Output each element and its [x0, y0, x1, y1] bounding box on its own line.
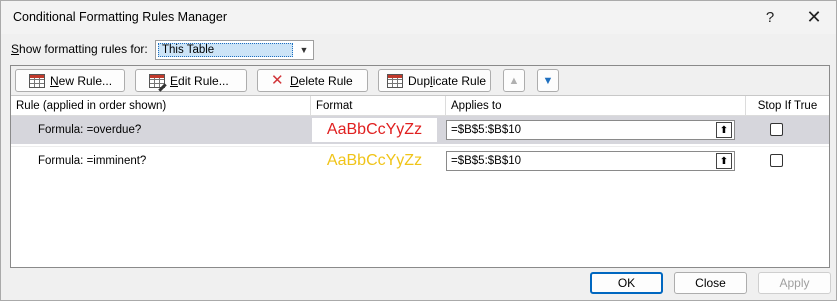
move-up-button[interactable]: ▲ [503, 69, 525, 92]
duplicate-rule-icon [387, 73, 403, 88]
chevron-down-icon: ▼ [299, 45, 309, 55]
applies-to-input[interactable]: =$B$5:$B$10 ⬆ [446, 120, 735, 140]
column-header-format: Format [311, 96, 446, 116]
close-button[interactable]: Close [674, 272, 747, 294]
delete-x-icon: ✕ [271, 71, 284, 89]
edit-rule-icon [149, 73, 167, 92]
help-button[interactable]: ? [750, 1, 790, 34]
help-icon: ? [765, 9, 775, 26]
column-header-stop-if-true: Stop If True [757, 100, 818, 112]
show-rules-dropdown[interactable]: This Table ▼ [155, 40, 314, 60]
duplicate-rule-button[interactable]: Duplicate Rule [378, 69, 491, 92]
applies-to-input[interactable]: =$B$5:$B$10 ⬆ [446, 151, 735, 171]
close-icon: ✕ [806, 7, 822, 27]
rule-row[interactable]: Formula: =overdue? AaBbCcYyZz =$B$5:$B$1… [11, 116, 829, 144]
edit-rule-button[interactable]: Edit Rule... [135, 69, 247, 92]
format-preview: AaBbCcYyZz [312, 118, 437, 142]
rules-toolbar: New Rule... Edit Rule... ✕ Delete Rule D… [11, 66, 829, 96]
new-rule-icon [29, 73, 45, 88]
rules-table-header: Rule (applied in order shown) Format App… [11, 96, 829, 116]
column-header-rule: Rule (applied in order shown) [11, 96, 311, 116]
collapse-dialog-icon: ⬆ [719, 155, 729, 167]
dialog-title: Conditional Formatting Rules Manager [13, 10, 227, 24]
column-header-applies-to: Applies to [446, 96, 746, 116]
apply-button[interactable]: Apply [758, 272, 831, 294]
chevron-down-icon: ▼ [542, 74, 554, 87]
range-select-button[interactable]: ⬆ [716, 153, 732, 169]
show-rules-label: Show formatting rules for: [11, 42, 148, 56]
chevron-up-icon: ▲ [508, 74, 520, 87]
stop-if-true-checkbox[interactable] [770, 123, 783, 136]
rules-panel: New Rule... Edit Rule... ✕ Delete Rule D… [10, 65, 830, 268]
ok-button[interactable]: OK [590, 272, 663, 294]
title-bar: Conditional Formatting Rules Manager ? ✕ [1, 1, 836, 34]
applies-to-value: =$B$5:$B$10 [451, 124, 522, 136]
move-down-button[interactable]: ▼ [537, 69, 559, 92]
applies-to-value: =$B$5:$B$10 [451, 155, 522, 167]
rule-description: Formula: =imminent? [38, 155, 147, 167]
format-preview: AaBbCcYyZz [312, 149, 437, 173]
conditional-formatting-dialog: Conditional Formatting Rules Manager ? ✕… [0, 0, 837, 301]
range-select-button[interactable]: ⬆ [716, 122, 732, 138]
rule-description: Formula: =overdue? [38, 124, 142, 136]
stop-if-true-checkbox[interactable] [770, 154, 783, 167]
close-window-button[interactable]: ✕ [794, 1, 834, 34]
show-rules-selected-value: This Table [158, 43, 293, 57]
delete-rule-button[interactable]: ✕ Delete Rule [257, 69, 368, 92]
new-rule-button[interactable]: New Rule... [15, 69, 125, 92]
rule-row[interactable]: Formula: =imminent? AaBbCcYyZz =$B$5:$B$… [11, 146, 829, 174]
collapse-dialog-icon: ⬆ [719, 124, 729, 136]
